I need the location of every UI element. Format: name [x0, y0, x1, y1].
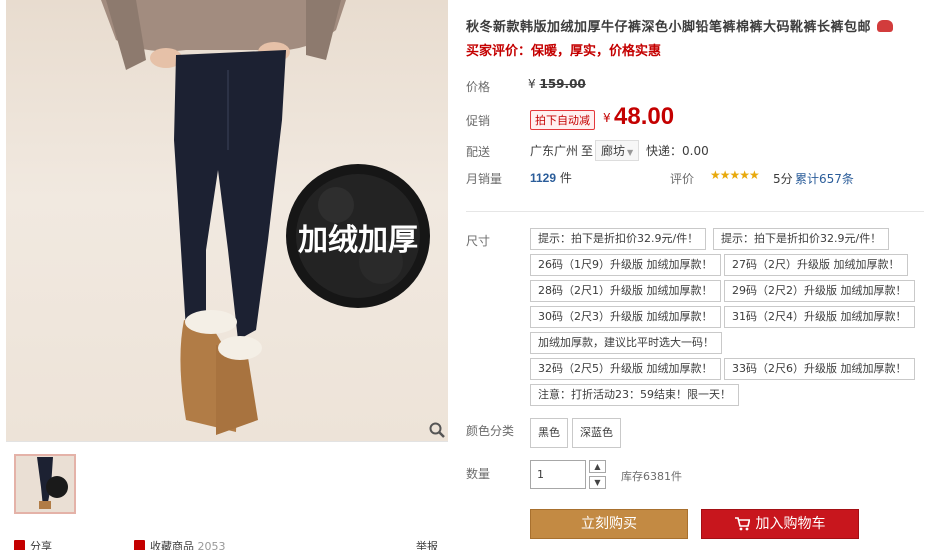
- promo-price: 48.00: [614, 103, 675, 130]
- favorite-label: 收藏商品: [150, 540, 194, 550]
- size-option[interactable]: 29码（2尺2）升级版 加绒加厚款！: [724, 280, 915, 302]
- share-icon: [14, 540, 25, 550]
- original-price: ¥ 159.00: [528, 77, 586, 91]
- monthly-sales-unit: 件: [559, 171, 572, 185]
- quantity-label: 数量: [466, 467, 491, 481]
- size-option[interactable]: 28码（2尺1）升级版 加绒加厚款！: [530, 280, 721, 302]
- size-option[interactable]: 27码（2尺）升级版 加绒加厚款！: [724, 254, 908, 276]
- ship-from: 广东广州: [530, 144, 579, 158]
- gallery-divider: [6, 441, 448, 442]
- size-label: 尺寸: [466, 234, 491, 248]
- size-option[interactable]: 30码（2尺3）升级版 加绒加厚款！: [530, 306, 721, 328]
- original-price-value: 159.00: [539, 77, 586, 91]
- color-label: 颜色分类: [466, 424, 515, 438]
- size-option[interactable]: 提示：拍下是折扣价32.9元/件！: [713, 228, 890, 250]
- quantity-input[interactable]: [530, 460, 586, 489]
- size-option[interactable]: 31码（2尺4）升级版 加绒加厚款！: [724, 306, 915, 328]
- size-option[interactable]: 注意：打折活动23：59结束！限一天！: [530, 384, 739, 406]
- product-subtitle: 买家评价：保暖，厚实，价格实惠: [466, 44, 662, 59]
- currency-symbol: ¥: [528, 77, 536, 91]
- rating-stars: ★★★★★: [710, 168, 760, 182]
- promo-label: 促销: [466, 114, 491, 128]
- quantity-increase-button[interactable]: ▲: [589, 460, 606, 473]
- zoom-icon[interactable]: [428, 421, 446, 439]
- product-gallery: 加绒加厚: [6, 0, 448, 441]
- size-option[interactable]: 32码（2尺5）升级版 加绒加厚款！: [530, 358, 721, 380]
- monthly-sales-count: 1129: [530, 171, 557, 185]
- size-option[interactable]: 33码（2尺6）升级版 加绒加厚款！: [724, 358, 915, 380]
- color-option-navy[interactable]: 深蓝色: [572, 418, 621, 448]
- add-to-cart-button[interactable]: 加入购物车: [701, 509, 859, 539]
- fleece-badge-text: 加绒加厚: [298, 223, 418, 258]
- size-option[interactable]: 提示：拍下是折扣价32.9元/件！: [530, 228, 707, 250]
- monthly-sales: 1129 件: [530, 169, 572, 186]
- color-option-black[interactable]: 黑色: [530, 418, 568, 448]
- price-label: 价格: [466, 80, 491, 94]
- rating-score: 5分: [773, 172, 793, 186]
- main-product-image[interactable]: 加绒加厚: [6, 0, 448, 441]
- delivery-label: 配送: [466, 145, 491, 159]
- product-title: 秋冬新款韩版加绒加厚牛仔裤深色小脚铅笔裤棉裤大码靴裤长裤包邮: [466, 16, 894, 35]
- shipping-fee: 快递：0.00: [646, 144, 709, 158]
- cart-icon: [734, 513, 751, 541]
- size-option[interactable]: 26码（1尺9）升级版 加绒加厚款！: [530, 254, 721, 276]
- quantity-decrease-button[interactable]: ▼: [589, 476, 606, 489]
- report-link[interactable]: 举报: [416, 538, 438, 550]
- stock-count: 库存6381件: [621, 470, 682, 483]
- section-divider: [466, 211, 924, 212]
- thumbnail-image[interactable]: [14, 454, 76, 514]
- destination-select[interactable]: 廊坊 ▼: [595, 140, 640, 161]
- favorite-link[interactable]: 收藏商品 2053: [134, 538, 226, 550]
- product-title-text: 秋冬新款韩版加绒加厚牛仔裤深色小脚铅笔裤棉裤大码靴裤长裤包邮: [466, 20, 872, 35]
- share-label: 分享: [30, 540, 52, 550]
- promo-currency: ¥: [603, 111, 611, 125]
- add-to-cart-label: 加入购物车: [755, 516, 826, 532]
- monthly-sales-label: 月销量: [466, 172, 503, 186]
- share-link[interactable]: 分享: [14, 538, 52, 550]
- hot-badge-icon: [877, 20, 894, 32]
- ship-to-word: 至: [581, 144, 594, 158]
- buy-now-button[interactable]: 立刻购买: [530, 509, 688, 539]
- review-count-link[interactable]: 累计657条: [795, 170, 854, 187]
- chevron-down-icon: ▼: [627, 148, 634, 157]
- rating-label: 评价: [670, 172, 695, 186]
- favorite-icon: [134, 540, 145, 550]
- promo-tag: 拍下自动减: [530, 110, 595, 130]
- size-option[interactable]: 加绒加厚款，建议比平时选大一码！: [530, 332, 722, 354]
- gallery-footer: 分享 收藏商品 2053 举报: [14, 538, 444, 550]
- favorite-count: 2053: [197, 540, 226, 550]
- destination-value: 廊坊: [601, 144, 626, 158]
